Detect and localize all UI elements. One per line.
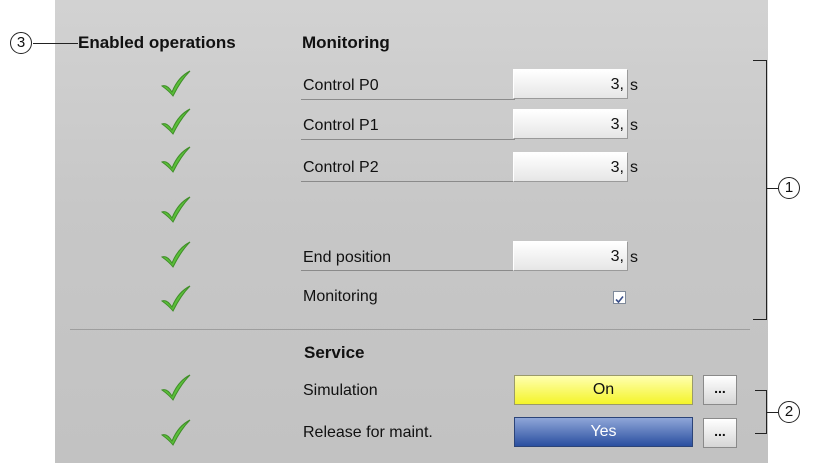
simulation-status-field: On [514,375,693,405]
check-icon [160,374,191,401]
control-p0-value-field[interactable]: 3, [513,69,628,99]
bracket-2-tick [766,412,778,413]
simulation-label: Simulation [303,382,378,399]
monitoring-label: Monitoring [303,288,378,305]
divider [301,181,515,182]
control-p1-value-field[interactable]: 3, [513,109,628,139]
check-icon [160,146,191,173]
callout-1: 1 [778,177,800,199]
section-divider [70,329,750,330]
simulation-more-button[interactable]: ... [703,375,737,405]
control-p1-unit: s [630,117,638,134]
check-icon [160,285,191,312]
control-p2-unit: s [630,159,638,176]
check-icon [160,196,191,223]
check-icon [160,419,191,446]
end-position-unit: s [630,249,638,266]
divider [301,139,515,140]
control-p2-label: Control P2 [303,159,379,176]
control-p0-label: Control P0 [303,77,379,94]
bracket-1-top [753,60,767,61]
callout-3: 3 [10,32,32,54]
control-p0-unit: s [630,77,638,94]
end-position-value-field[interactable]: 3, [513,241,628,271]
divider [301,270,515,271]
control-p2-value-field[interactable]: 3, [513,152,628,182]
callout-2: 2 [778,401,800,423]
monitoring-checkbox[interactable] [613,291,626,304]
release-for-maint-status-field: Yes [514,417,693,447]
release-more-button[interactable]: ... [703,418,737,448]
bracket-1-tick [766,188,778,189]
bracket-1-vertical [766,60,767,320]
check-icon [160,108,191,135]
check-icon [160,70,191,97]
bracket-1-bottom [753,319,767,320]
release-for-maint-label: Release for maint. [303,424,433,441]
monitoring-header: Monitoring [302,33,390,52]
divider [301,99,515,100]
control-p1-label: Control P1 [303,117,379,134]
service-header: Service [304,343,365,362]
enabled-operations-header: Enabled operations [78,33,236,52]
check-icon [160,241,191,268]
callout-3-leader [33,43,78,44]
checkbox-checked-icon [615,295,624,304]
end-position-label: End position [303,249,392,266]
bracket-2-bottom [755,433,767,434]
